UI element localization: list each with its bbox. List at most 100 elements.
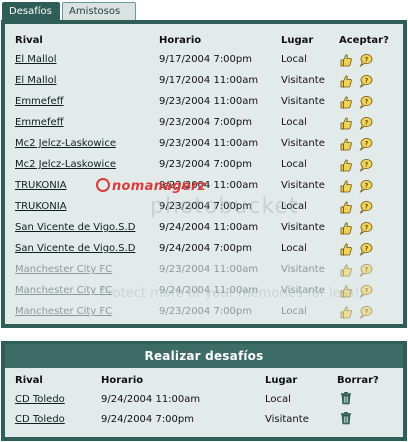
rival-link[interactable]: San Vicente de Vigo.S.D [15,243,135,254]
thumbs-up-icon[interactable] [339,242,353,256]
speech-bubble-icon[interactable]: ? [359,263,373,277]
accept-actions: ? [339,305,403,319]
challenge-actions: ? [339,49,403,70]
challenge-row: Manchester City FC 9/24/2004 11:00am Visit… [5,280,403,301]
made-rival-cell: CD Toledo [5,389,101,409]
challenge-place: Visitante [281,222,325,233]
svg-text:?: ? [365,160,369,168]
challenge-actions: ? [339,112,403,133]
challenge-rival-cell: TRUKONIA [5,175,159,196]
speech-bubble-icon[interactable]: ? [359,221,373,235]
challenge-time: 9/23/2004 11:00am [159,180,259,191]
tab-desafios[interactable]: Desafíos [2,2,60,22]
speech-bubble-icon[interactable]: ? [359,74,373,88]
speech-bubble-icon[interactable]: ? [359,137,373,151]
rival-link[interactable]: Mc2 Jelcz-Laskowice [15,159,116,170]
speech-bubble-icon[interactable]: ? [359,179,373,193]
accept-actions: ? [339,221,403,235]
speech-bubble-icon[interactable]: ? [359,116,373,130]
thumbs-up-icon[interactable] [339,53,353,67]
challenge-rival-cell: Manchester City FC [5,301,159,322]
made-header-time: Horario [101,375,144,386]
challenge-place: Local [281,117,307,128]
challenge-place: Visitante [281,264,325,275]
made-challenges-table: Rival Horario Lugar Borrar? CD Toledo 9/2… [5,372,403,429]
made-place: Visitante [265,413,309,425]
speech-bubble-icon[interactable]: ? [359,242,373,256]
challenge-rival-cell: Manchester City FC [5,259,159,280]
header-accept: Aceptar? [339,35,389,46]
challenge-place: Local [281,306,307,317]
svg-text:?: ? [365,118,369,126]
rival-link[interactable]: El Mallol [15,75,56,86]
thumbs-up-icon[interactable] [339,263,353,277]
rival-link[interactable]: El Mallol [15,54,56,65]
challenge-time: 9/23/2004 7:00pm [159,159,252,170]
challenge-actions: ? [339,259,403,280]
thumbs-up-icon[interactable] [339,200,353,214]
rival-link[interactable]: CD Toledo [15,394,65,405]
svg-text:?: ? [365,202,369,210]
challenge-time: 9/23/2004 7:00pm [159,117,252,128]
thumbs-up-icon[interactable] [339,137,353,151]
rival-link[interactable]: Emmefeff [15,96,64,107]
thumbs-up-icon[interactable] [339,221,353,235]
tab-amistosos[interactable]: Amistosos [62,2,136,21]
svg-text:?: ? [365,286,369,294]
challenge-place: Visitante [281,285,325,296]
accept-actions: ? [339,53,403,67]
svg-text:?: ? [365,97,369,105]
challenge-actions: ? [339,154,403,175]
thumbs-up-icon[interactable] [339,158,353,172]
header-place: Lugar [281,35,314,46]
tab-bar: Desafíos Amistosos [0,0,408,22]
speech-bubble-icon[interactable]: ? [359,158,373,172]
made-challenge-row: CD Toledo 9/24/2004 11:00am Local [5,389,403,409]
thumbs-up-icon[interactable] [339,305,353,319]
rival-link[interactable]: Emmefeff [15,117,64,128]
challenge-rival-cell: TRUKONIA [5,196,159,217]
thumbs-up-icon[interactable] [339,116,353,130]
rival-link[interactable]: Manchester City FC [15,264,112,275]
rival-link[interactable]: TRUKONIA [15,180,67,191]
speech-bubble-icon[interactable]: ? [359,95,373,109]
challenge-rival-cell: Emmefeff [5,112,159,133]
made-challenges-title: Realizar desafíos [5,344,403,368]
challenge-actions: ? [339,133,403,154]
rival-link[interactable]: San Vicente de Vigo.S.D [15,222,135,233]
challenge-row: Manchester City FC 9/23/2004 7:00pm Local? [5,301,403,322]
speech-bubble-icon[interactable]: ? [359,284,373,298]
rival-link[interactable]: CD Toledo [15,414,65,425]
thumbs-up-icon[interactable] [339,179,353,193]
svg-text:?: ? [365,139,369,147]
challenge-time: 9/23/2004 7:00pm [159,306,252,317]
accept-actions: ? [339,242,403,256]
made-header-row: Rival Horario Lugar Borrar? [5,372,403,389]
speech-bubble-icon[interactable]: ? [359,200,373,214]
accept-actions: ? [339,179,403,193]
challenge-row: San Vicente de Vigo.S.D 9/24/2004 7:00pm L… [5,238,403,259]
trash-icon[interactable] [339,411,353,425]
speech-bubble-icon[interactable]: ? [359,53,373,67]
rival-link[interactable]: Manchester City FC [15,285,112,296]
challenge-time: 9/23/2004 11:00am [159,138,259,149]
speech-bubble-icon[interactable]: ? [359,305,373,319]
thumbs-up-icon[interactable] [339,284,353,298]
challenge-actions: ? [339,196,403,217]
challenge-time: 9/23/2004 11:00am [159,264,259,275]
trash-icon[interactable] [339,391,353,405]
rival-link[interactable]: Manchester City FC [15,306,112,317]
challenge-rival-cell: Mc2 Jelcz-Laskowice [5,133,159,154]
made-actions [337,409,403,429]
thumbs-up-icon[interactable] [339,95,353,109]
challenge-row: Mc2 Jelcz-Laskowice 9/23/2004 7:00pm Local… [5,154,403,175]
svg-text:?: ? [365,265,369,273]
thumbs-up-icon[interactable] [339,74,353,88]
rival-link[interactable]: TRUKONIA [15,201,67,212]
rival-link[interactable]: Mc2 Jelcz-Laskowice [15,138,116,149]
challenge-time: 9/23/2004 11:00am [159,96,259,107]
made-challenges-body: CD Toledo 9/24/2004 11:00am Local CD Toledo… [5,389,403,429]
challenge-place: Local [281,159,307,170]
challenges-header-row: Rival Horario Lugar Aceptar? [5,32,403,49]
svg-text:?: ? [365,181,369,189]
